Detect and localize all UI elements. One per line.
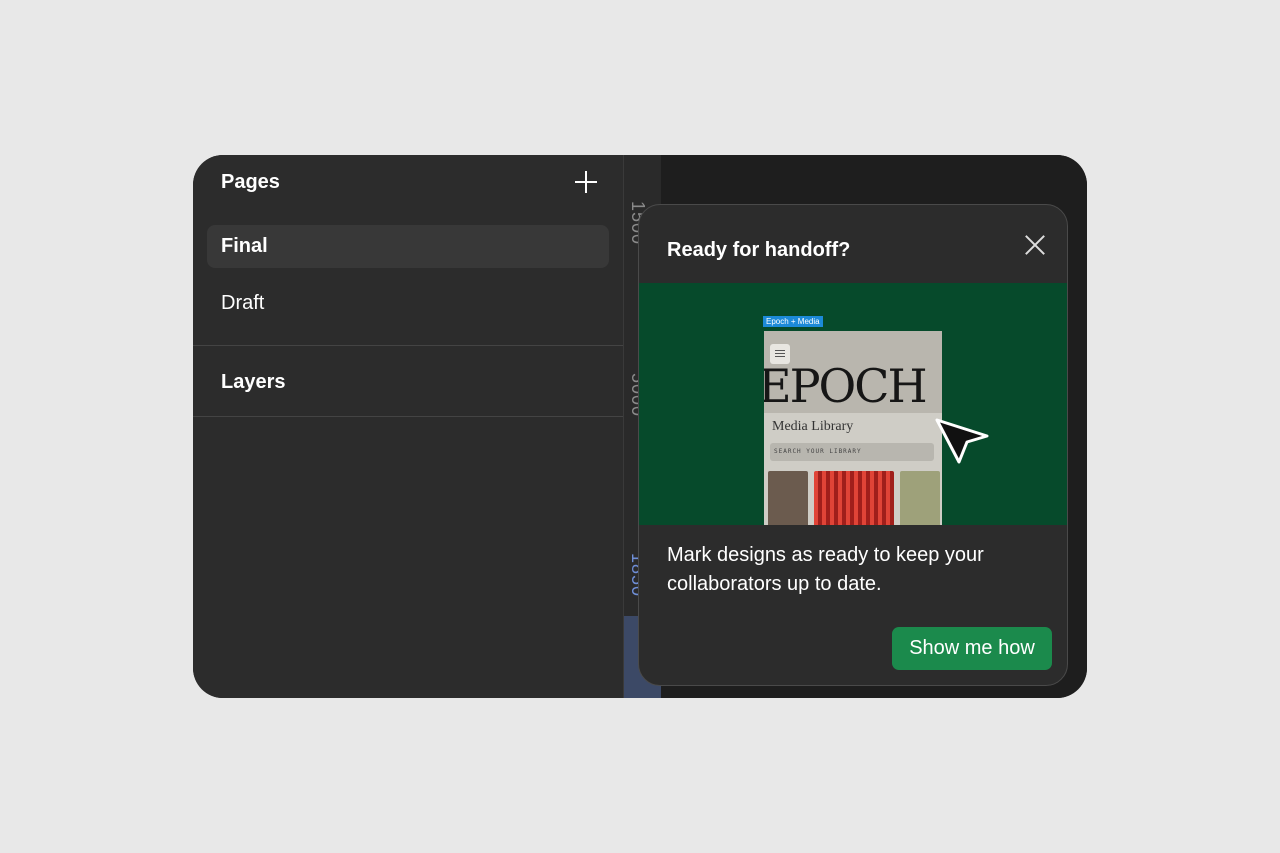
mock-thumbnail [900, 471, 940, 525]
divider [193, 345, 623, 346]
divider [193, 416, 623, 417]
add-page-icon[interactable] [573, 169, 599, 195]
popup-description: Mark designs as ready to keep your colla… [667, 544, 984, 595]
page-item-draft[interactable]: Draft [207, 282, 609, 325]
mock-title: EPOCH [764, 359, 928, 413]
mock-body: Media Library SEARCH YOUR LIBRARY [764, 413, 942, 525]
preview-illustration: Epoch + Media EPOCH Media Library SEARCH… [639, 283, 1067, 525]
handoff-popup: Ready for handoff? Epoch + Media EPOCH M… [638, 204, 1068, 686]
mock-design-frame: EPOCH Media Library SEARCH YOUR LIBRARY [764, 331, 942, 525]
mock-subtitle: Media Library [772, 419, 854, 434]
mock-thumbnail [814, 471, 894, 525]
layers-title: Layers [221, 371, 286, 393]
sidebar: Pages Final Draft Layers [193, 155, 623, 698]
mock-thumbnail [768, 471, 808, 525]
app-window: Pages Final Draft Layers 1500 5000 1850 … [193, 155, 1087, 698]
pages-title: Pages [221, 171, 280, 193]
mock-search-field: SEARCH YOUR LIBRARY [770, 443, 934, 461]
frame-name-tag: Epoch + Media [763, 316, 823, 327]
popup-title: Ready for handoff? [667, 239, 851, 261]
cursor-arrow-icon [935, 418, 989, 464]
show-me-how-button[interactable]: Show me how [892, 627, 1052, 670]
page-item-final[interactable]: Final [207, 225, 609, 268]
close-icon[interactable] [1022, 232, 1048, 258]
